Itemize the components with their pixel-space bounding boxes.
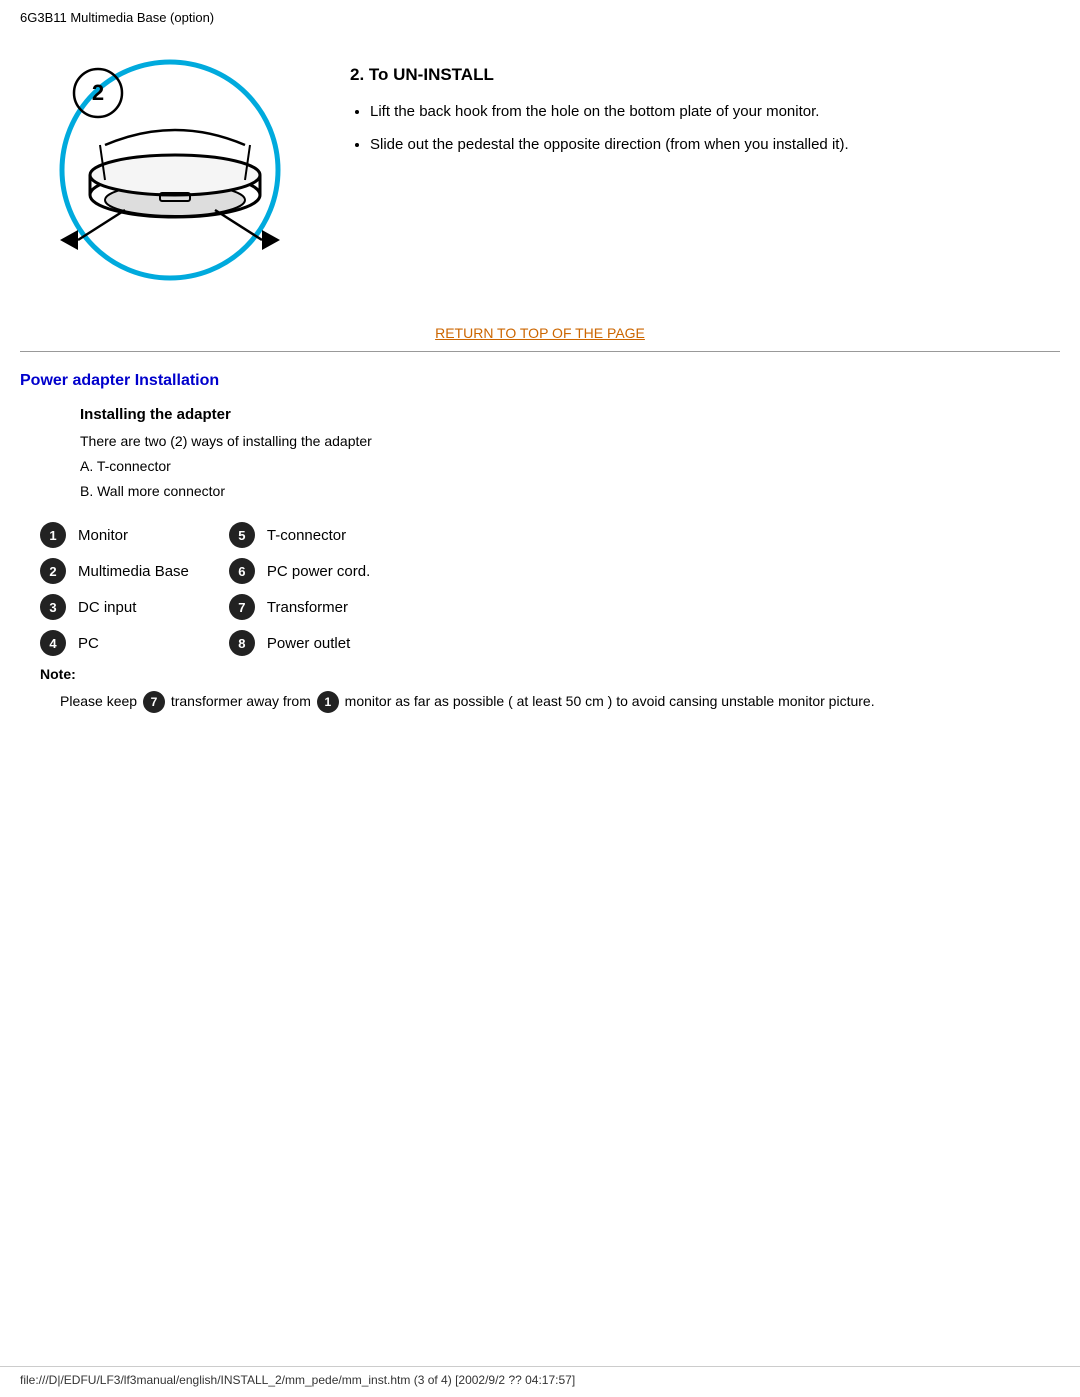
- return-link-container: RETURN TO TOP OF THE PAGE: [20, 325, 1060, 341]
- item-row-4: 4 PC: [40, 630, 189, 656]
- item-label-4: PC: [78, 635, 99, 652]
- uninstall-instructions: 2. To UN-INSTALL Lift the back hook from…: [320, 45, 1060, 166]
- item-row-7: 7 Transformer: [229, 594, 370, 620]
- installing-adapter-subsection: Installing the adapter There are two (2)…: [80, 406, 1060, 502]
- item-label-7: Transformer: [267, 599, 348, 616]
- item-label-3: DC input: [78, 599, 136, 616]
- items-col-right: 5 T-connector 6 PC power cord. 7 Transfo…: [229, 522, 370, 656]
- note-text-after: monitor as far as possible ( at least 50…: [345, 693, 875, 709]
- uninstall-bullet-2: Slide out the pedestal the opposite dire…: [370, 134, 1060, 157]
- note-text-middle: transformer away from: [171, 693, 311, 709]
- svg-text:2: 2: [92, 80, 104, 105]
- return-to-top-link[interactable]: RETURN TO TOP OF THE PAGE: [435, 325, 645, 341]
- note-text-before: Please keep: [60, 693, 137, 709]
- badge-4: 4: [40, 630, 66, 656]
- step2-diagram: 2: [50, 45, 290, 285]
- note-text: Please keep 7 transformer away from 1 mo…: [60, 690, 1040, 714]
- items-col-left: 1 Monitor 2 Multimedia Base 3 DC input 4…: [40, 522, 189, 656]
- badge-1: 1: [40, 522, 66, 548]
- power-section-title: Power adapter Installation: [20, 372, 1060, 390]
- items-grid: 1 Monitor 2 Multimedia Base 3 DC input 4…: [40, 522, 1060, 656]
- badge-6: 6: [229, 558, 255, 584]
- adapter-desc-3: B. Wall more connector: [80, 481, 1060, 502]
- item-row-6: 6 PC power cord.: [229, 558, 370, 584]
- item-label-6: PC power cord.: [267, 563, 370, 580]
- item-label-5: T-connector: [267, 527, 346, 544]
- page-header: 6G3B11 Multimedia Base (option): [20, 10, 1060, 25]
- uninstall-heading: 2. To UN-INSTALL: [350, 65, 1060, 85]
- item-label-1: Monitor: [78, 527, 128, 544]
- installing-adapter-heading: Installing the adapter: [80, 406, 1060, 423]
- section-divider: [20, 351, 1060, 352]
- badge-7: 7: [229, 594, 255, 620]
- note-label: Note:: [40, 666, 1040, 682]
- footer-bar: file:///D|/EDFU/LF3/lf3manual/english/IN…: [0, 1366, 1080, 1387]
- inline-badge-1: 1: [317, 691, 339, 713]
- footer-text: file:///D|/EDFU/LF3/lf3manual/english/IN…: [20, 1373, 575, 1387]
- badge-8: 8: [229, 630, 255, 656]
- uninstall-bullet-1: Lift the back hook from the hole on the …: [370, 101, 1060, 124]
- badge-2: 2: [40, 558, 66, 584]
- adapter-desc-1: There are two (2) ways of installing the…: [80, 431, 1060, 452]
- item-row-1: 1 Monitor: [40, 522, 189, 548]
- item-row-2: 2 Multimedia Base: [40, 558, 189, 584]
- power-adapter-section: Power adapter Installation Installing th…: [20, 372, 1060, 714]
- item-label-2: Multimedia Base: [78, 563, 189, 580]
- item-row-5: 5 T-connector: [229, 522, 370, 548]
- uninstall-list: Lift the back hook from the hole on the …: [350, 101, 1060, 156]
- inline-badge-7: 7: [143, 691, 165, 713]
- adapter-desc-2: A. T-connector: [80, 456, 1060, 477]
- badge-3: 3: [40, 594, 66, 620]
- item-row-3: 3 DC input: [40, 594, 189, 620]
- diagram-area: 2: [20, 45, 320, 285]
- item-label-8: Power outlet: [267, 635, 350, 652]
- note-section: Note: Please keep 7 transformer away fro…: [40, 666, 1040, 714]
- uninstall-section: 2: [20, 35, 1060, 295]
- badge-5: 5: [229, 522, 255, 548]
- item-row-8: 8 Power outlet: [229, 630, 370, 656]
